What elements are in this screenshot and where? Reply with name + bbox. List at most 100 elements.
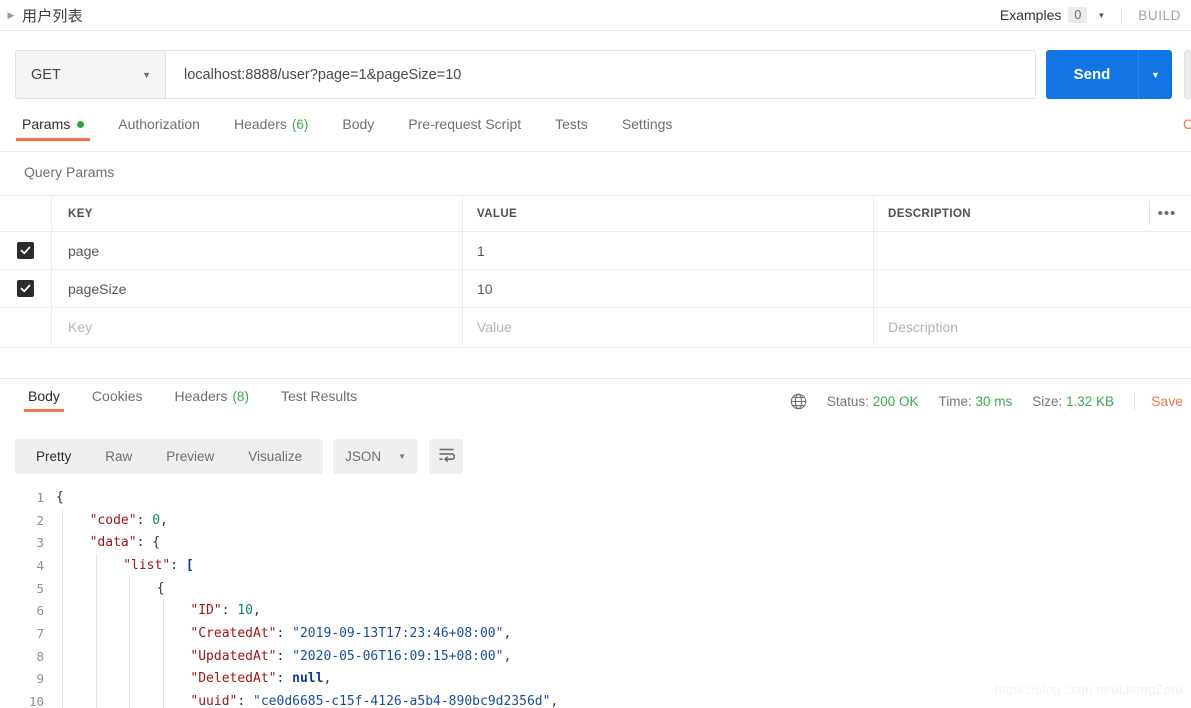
- view-pretty[interactable]: Pretty: [19, 439, 88, 474]
- indent-guide: [62, 599, 63, 623]
- divider: [0, 347, 1191, 348]
- tab-tests[interactable]: Tests: [555, 116, 588, 141]
- column-header-description: DESCRIPTION: [888, 207, 971, 220]
- code-token: {: [56, 489, 64, 505]
- divider: [0, 378, 1191, 379]
- new-key-input[interactable]: Key: [68, 319, 92, 335]
- tab-pre-request-script[interactable]: Pre-request Script: [408, 116, 521, 141]
- new-value-input[interactable]: Value: [477, 319, 512, 335]
- code-line-text: {: [56, 490, 64, 505]
- code-line: 6 "ID": 10,: [0, 599, 1191, 623]
- url-bar: GET ▼ localhost:8888/user?page=1&pageSiz…: [15, 50, 1036, 99]
- indent-guide: [95, 599, 97, 623]
- code-token: 10: [237, 603, 254, 619]
- row-key-page[interactable]: page: [68, 243, 99, 259]
- code-token: "uuid": [190, 694, 238, 708]
- line-number: 7: [36, 625, 44, 641]
- code-token: "ID": [190, 603, 222, 619]
- column-header-value: VALUE: [477, 207, 518, 220]
- code-line: 3 "data": {: [0, 531, 1191, 555]
- response-tab-body[interactable]: Body: [24, 388, 64, 412]
- word-wrap-toggle[interactable]: [429, 439, 464, 474]
- line-number: 3: [36, 535, 44, 551]
- response-tab-headers[interactable]: Headers (8): [175, 388, 249, 412]
- code-token: "data": [89, 535, 137, 551]
- globe-icon[interactable]: [790, 393, 807, 410]
- tab-params[interactable]: Params: [15, 116, 91, 141]
- tab-body-label: Body: [342, 116, 375, 132]
- indent-guide: [129, 690, 131, 708]
- code-token: :: [237, 694, 254, 708]
- view-raw[interactable]: Raw: [88, 439, 149, 474]
- row-value-pagesize[interactable]: 10: [477, 281, 493, 297]
- send-button[interactable]: Send: [1046, 50, 1138, 99]
- title-bar-actions: Examples 0 ▼ BUILD: [1000, 0, 1191, 30]
- code-token: ,: [503, 625, 512, 641]
- tab-pre-request-script-label: Pre-request Script: [408, 116, 522, 132]
- table-row-empty[interactable]: Key Value Description: [0, 307, 1191, 345]
- tab-body[interactable]: Body: [342, 116, 374, 141]
- tab-authorization[interactable]: Authorization: [118, 116, 200, 141]
- indent-guide: [95, 667, 97, 691]
- table-row[interactable]: pageSize 10: [0, 269, 1191, 307]
- code-token: ,: [253, 603, 261, 619]
- code-line: 8 "UpdatedAt": "2020-05-06T16:09:15+08:00…: [0, 644, 1191, 668]
- row-checkbox-pagesize[interactable]: [17, 280, 34, 297]
- indent-guide: [162, 644, 164, 668]
- tab-settings-label: Settings: [621, 116, 673, 132]
- send-button-group: Send ▼: [1046, 50, 1172, 99]
- code-token: "2019-09-13T17:23:46+08:00": [292, 625, 504, 641]
- row-value-page[interactable]: 1: [477, 243, 485, 259]
- code-line: 7 "CreatedAt": "2019-09-13T17:23:46+08:00…: [0, 622, 1191, 645]
- query-params-table: KEY VALUE DESCRIPTION page 1 pageSize 10: [0, 195, 1191, 345]
- indent-guide: [62, 508, 63, 532]
- save-response-button[interactable]: Save: [1151, 393, 1183, 409]
- response-tab-test-results[interactable]: Test Results: [281, 388, 357, 412]
- url-input[interactable]: localhost:8888/user?page=1&pageSize=10: [165, 50, 1036, 99]
- tab-settings[interactable]: Settings: [622, 116, 673, 141]
- code-token: {: [152, 535, 161, 551]
- indent-guide: [95, 576, 97, 600]
- more-options-icon[interactable]: •••: [1150, 195, 1184, 231]
- indent-guide: [129, 644, 131, 668]
- response-language-select[interactable]: JSON ▼: [333, 439, 419, 474]
- line-number: 1: [36, 489, 44, 505]
- indent-guide: [62, 531, 63, 555]
- time-metric: Time: 30 ms: [938, 394, 1012, 409]
- code-token: ,: [503, 648, 512, 664]
- column-header-key: KEY: [68, 207, 93, 220]
- row-key-pagesize[interactable]: pageSize: [68, 281, 126, 297]
- divider: [0, 151, 1191, 152]
- table-row[interactable]: page 1: [0, 231, 1191, 269]
- postman-window: ▶ 用户列表 Examples 0 ▼ BUILD GET ▼ localhos…: [0, 0, 1191, 708]
- indent-guide: [95, 690, 97, 708]
- code-token: ,: [160, 512, 168, 528]
- tab-headers[interactable]: Headers (6): [234, 116, 308, 141]
- chevron-down-icon[interactable]: ▼: [1097, 11, 1105, 20]
- http-method-select[interactable]: GET ▼: [15, 50, 165, 99]
- collapse-triangle-icon[interactable]: ▶: [0, 0, 22, 30]
- row-checkbox-page[interactable]: [17, 242, 34, 259]
- new-description-input[interactable]: Description: [888, 319, 958, 335]
- response-tab-cookies[interactable]: Cookies: [92, 388, 143, 412]
- empty-row-checkbox-cell: [0, 308, 52, 345]
- line-number: 10: [28, 694, 44, 708]
- indent-guide: [62, 667, 63, 691]
- url-value: localhost:8888/user?page=1&pageSize=10: [184, 66, 462, 83]
- build-button[interactable]: BUILD: [1138, 8, 1181, 23]
- divider: [1134, 392, 1136, 410]
- code-line: 5{: [0, 576, 1191, 600]
- response-language-value: JSON: [345, 449, 382, 464]
- view-preview[interactable]: Preview: [149, 439, 231, 474]
- request-title-bar: ▶ 用户列表 Examples 0 ▼ BUILD: [0, 0, 1191, 30]
- line-number: 5: [36, 580, 44, 596]
- code-token: "ce0d6685-c15f-4126-a5b4-890bc9d2356d": [253, 694, 551, 708]
- send-options-chevron-down-icon[interactable]: ▼: [1138, 50, 1172, 99]
- indent-guide: [162, 667, 164, 691]
- view-visualize[interactable]: Visualize: [231, 439, 319, 474]
- save-button-clipped[interactable]: [1184, 50, 1191, 99]
- response-body-code-viewer[interactable]: 1{2 "code": 0, 3 "data": {4 "list": [5{6 "ID"…: [0, 486, 1191, 708]
- cookies-link[interactable]: Cookies: [1183, 116, 1191, 141]
- code-token: [: [185, 557, 194, 573]
- code-token: "code": [89, 512, 137, 528]
